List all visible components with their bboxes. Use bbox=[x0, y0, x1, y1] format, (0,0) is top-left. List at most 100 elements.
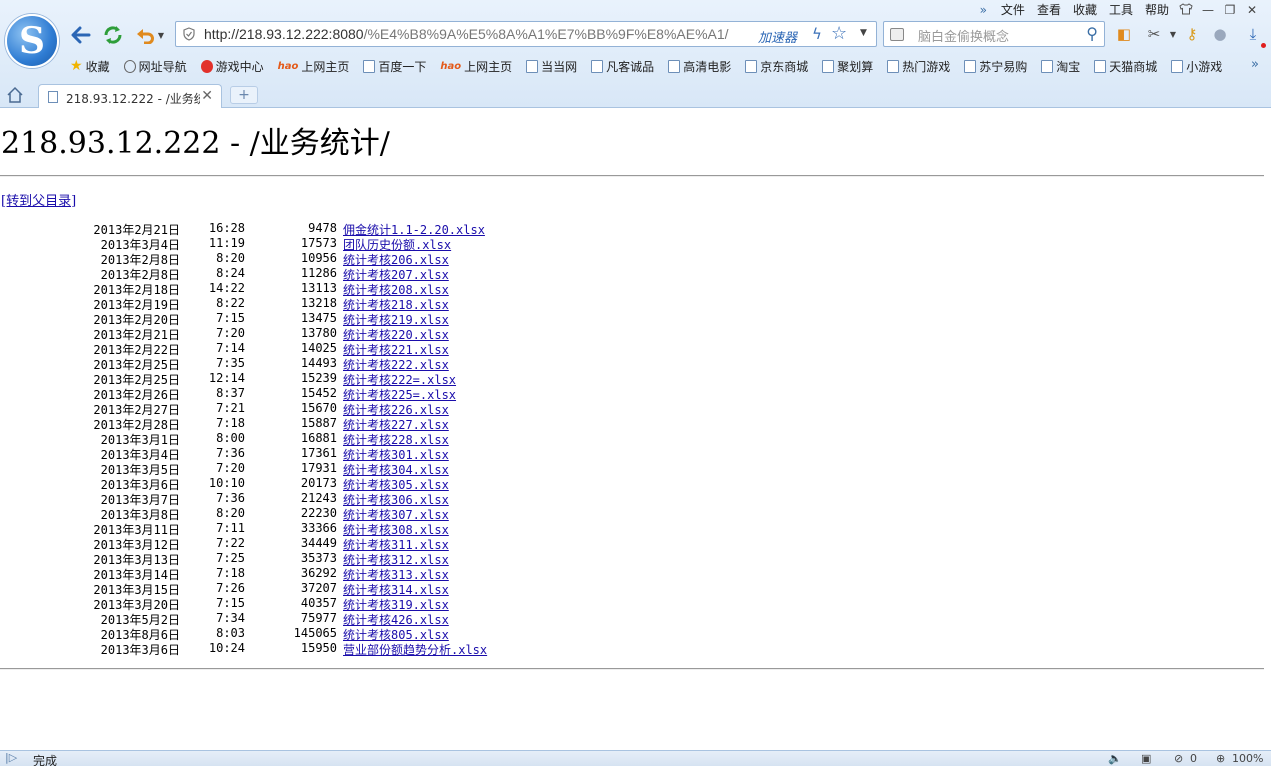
scissors-dropdown-icon[interactable]: ▼ bbox=[1163, 24, 1183, 44]
file-size: 36292 bbox=[300, 566, 337, 580]
back-button[interactable] bbox=[69, 23, 93, 47]
file-time: 7:15 bbox=[216, 596, 245, 610]
file-row: 2013年2月20日 7:15 13475 统计考核219.xlsx bbox=[0, 311, 600, 327]
menu-favorites[interactable]: 收藏 bbox=[1067, 0, 1103, 20]
address-dropdown-icon[interactable]: ▼ bbox=[860, 28, 867, 38]
search-engine-icon[interactable] bbox=[890, 28, 904, 41]
file-row: 2013年2月21日 7:20 13780 统计考核220.xlsx bbox=[0, 326, 600, 342]
file-time: 8:03 bbox=[216, 626, 245, 640]
bookmark-item[interactable]: 苏宁易购 bbox=[964, 58, 1027, 75]
bookmarks-more-icon[interactable]: » bbox=[1251, 57, 1259, 72]
file-row: 2013年2月26日 8:37 15452 统计考核225=.xlsx bbox=[0, 386, 600, 402]
adblock-icon[interactable]: ⊘ bbox=[1174, 752, 1183, 765]
file-time: 8:37 bbox=[216, 386, 245, 400]
file-row: 2013年3月1日 8:00 16881 统计考核228.xlsx bbox=[0, 431, 600, 447]
file-time: 8:00 bbox=[216, 431, 245, 445]
search-box[interactable]: 脑白金偷换概念 ⚲ bbox=[883, 21, 1105, 47]
download-icon[interactable]: ⤓ bbox=[1243, 24, 1263, 44]
file-row: 2013年5月2日 7:34 75977 统计考核426.xlsx bbox=[0, 611, 600, 627]
bookmarks-bar: ★ 收藏 网址导航 游戏中心 hao 上网主页 百度一下 hao 上网主页 当当网 凡… bbox=[70, 56, 1236, 76]
undo-icon bbox=[136, 29, 154, 44]
bookmark-item[interactable]: 热门游戏 bbox=[887, 58, 950, 75]
menu-expand-icon[interactable]: » bbox=[980, 3, 995, 17]
lightning-icon[interactable]: ϟ bbox=[812, 25, 822, 43]
file-listing: 2013年2月21日 16:28 9478 佣金统计1.1-2.20.xlsx 2013… bbox=[0, 221, 600, 658]
minimize-icon[interactable]: — bbox=[1197, 3, 1219, 17]
url-text[interactable]: http://218.93.12.222:8080/%E4%B8%9A%E5%8… bbox=[204, 26, 729, 42]
bookmark-item[interactable]: ★ 收藏 bbox=[70, 58, 110, 75]
sidebar-expand-icon[interactable]: |▷ bbox=[5, 751, 17, 764]
search-input[interactable]: 脑白金偷换概念 bbox=[918, 26, 1009, 45]
menu-tools[interactable]: 工具 bbox=[1103, 0, 1139, 20]
file-size: 17573 bbox=[300, 236, 337, 250]
bookmark-item[interactable]: 网址导航 bbox=[123, 58, 187, 75]
restore-icon[interactable]: ❐ bbox=[1219, 3, 1241, 17]
file-time: 8:22 bbox=[216, 296, 245, 310]
bookmark-item[interactable]: hao 上网主页 bbox=[278, 58, 350, 75]
bookmark-item[interactable]: 游戏中心 bbox=[200, 58, 264, 75]
print-icon[interactable]: ▣ bbox=[1141, 752, 1151, 765]
key-icon[interactable]: ⚷ bbox=[1182, 24, 1202, 44]
url-path: /%E4%B8%9A%E5%8A%A1%E7%BB%9F%E8%AE%A1/ bbox=[363, 26, 729, 42]
bookmark-item[interactable]: 凡客诚品 bbox=[591, 58, 654, 75]
file-size: 13113 bbox=[300, 281, 337, 295]
close-tab-icon[interactable]: ✕ bbox=[201, 88, 213, 104]
menu-file[interactable]: 文件 bbox=[995, 0, 1031, 20]
status-bar: |▷ 完成 🔈 ▣ ⊘ 0 ⊕ 100% bbox=[0, 750, 1271, 766]
file-time: 16:28 bbox=[208, 221, 245, 235]
file-size: 11286 bbox=[300, 266, 337, 280]
home-icon[interactable] bbox=[6, 86, 24, 104]
file-row: 2013年3月4日 11:19 17573 团队历史份额.xlsx bbox=[0, 236, 600, 252]
page-icon bbox=[887, 59, 900, 73]
new-tab-button[interactable]: + bbox=[230, 86, 258, 104]
security-shield-icon[interactable] bbox=[182, 27, 196, 41]
file-size: 15670 bbox=[300, 401, 337, 415]
refresh-button[interactable] bbox=[101, 23, 125, 47]
file-size: 37207 bbox=[300, 581, 337, 595]
back-arrow-icon bbox=[71, 26, 91, 44]
menu-view[interactable]: 查看 bbox=[1031, 0, 1067, 20]
file-row: 2013年3月6日 10:10 20173 统计考核305.xlsx bbox=[0, 476, 600, 492]
bookmark-item[interactable]: 高清电影 bbox=[668, 58, 731, 75]
file-size: 22230 bbox=[300, 506, 337, 520]
sidebar-toggle-icon[interactable]: ◧ bbox=[1114, 24, 1134, 44]
file-time: 7:15 bbox=[216, 311, 245, 325]
globe-icon bbox=[123, 59, 136, 73]
page-icon bbox=[745, 59, 758, 73]
undo-close-button[interactable]: ▼ bbox=[133, 23, 167, 47]
page-icon bbox=[591, 59, 604, 73]
sound-icon[interactable]: 🔈 bbox=[1108, 752, 1122, 765]
bookmark-item[interactable]: 聚划算 bbox=[822, 58, 873, 75]
file-size: 40357 bbox=[300, 596, 337, 610]
zoom-icon[interactable]: ⊕ bbox=[1216, 752, 1225, 765]
bookmark-item[interactable]: 当当网 bbox=[526, 58, 577, 75]
more-tools-icon[interactable]: ● bbox=[1210, 24, 1230, 44]
menu-help[interactable]: 帮助 bbox=[1139, 0, 1175, 20]
bookmark-item[interactable]: hao 上网主页 bbox=[440, 58, 512, 75]
bookmark-item[interactable]: 小游戏 bbox=[1171, 58, 1222, 75]
close-window-icon[interactable]: ✕ bbox=[1241, 3, 1263, 17]
bookmark-item[interactable]: 淘宝 bbox=[1041, 58, 1080, 75]
search-icon[interactable]: ⚲ bbox=[1086, 24, 1098, 43]
file-date: 2013年3月6日 bbox=[100, 643, 180, 657]
bookmark-item[interactable]: 京东商城 bbox=[745, 58, 808, 75]
bookmark-item[interactable]: 天猫商城 bbox=[1094, 58, 1157, 75]
address-bar[interactable]: http://218.93.12.222:8080/%E4%B8%9A%E5%8… bbox=[175, 21, 877, 47]
browser-logo[interactable]: S bbox=[5, 14, 59, 68]
file-size: 34449 bbox=[300, 536, 337, 550]
zoom-level[interactable]: 100% bbox=[1232, 752, 1263, 765]
parent-directory-link[interactable]: [转到父目录] bbox=[1, 190, 76, 209]
page-icon bbox=[668, 59, 681, 73]
bookmark-item[interactable]: 百度一下 bbox=[363, 58, 426, 75]
file-size: 20173 bbox=[300, 476, 337, 490]
page-content: 218.93.12.222 - /业务统计/ [转到父目录] 2013年2月21… bbox=[0, 108, 1271, 750]
favorite-star-icon[interactable]: ☆ bbox=[831, 23, 847, 44]
accelerator-button[interactable]: 加速器 bbox=[758, 27, 797, 46]
undo-dropdown-icon[interactable]: ▼ bbox=[158, 31, 164, 40]
skin-icon[interactable] bbox=[1175, 2, 1197, 18]
tab-active[interactable]: 218.93.12.222 - /业务统计/ ✕ bbox=[38, 84, 222, 108]
file-time: 7:34 bbox=[216, 611, 245, 625]
file-link[interactable]: 营业部份额趋势分析.xlsx bbox=[343, 641, 487, 658]
screenshot-scissors-icon[interactable]: ✂ bbox=[1144, 24, 1164, 44]
file-row: 2013年3月14日 7:18 36292 统计考核313.xlsx bbox=[0, 566, 600, 582]
